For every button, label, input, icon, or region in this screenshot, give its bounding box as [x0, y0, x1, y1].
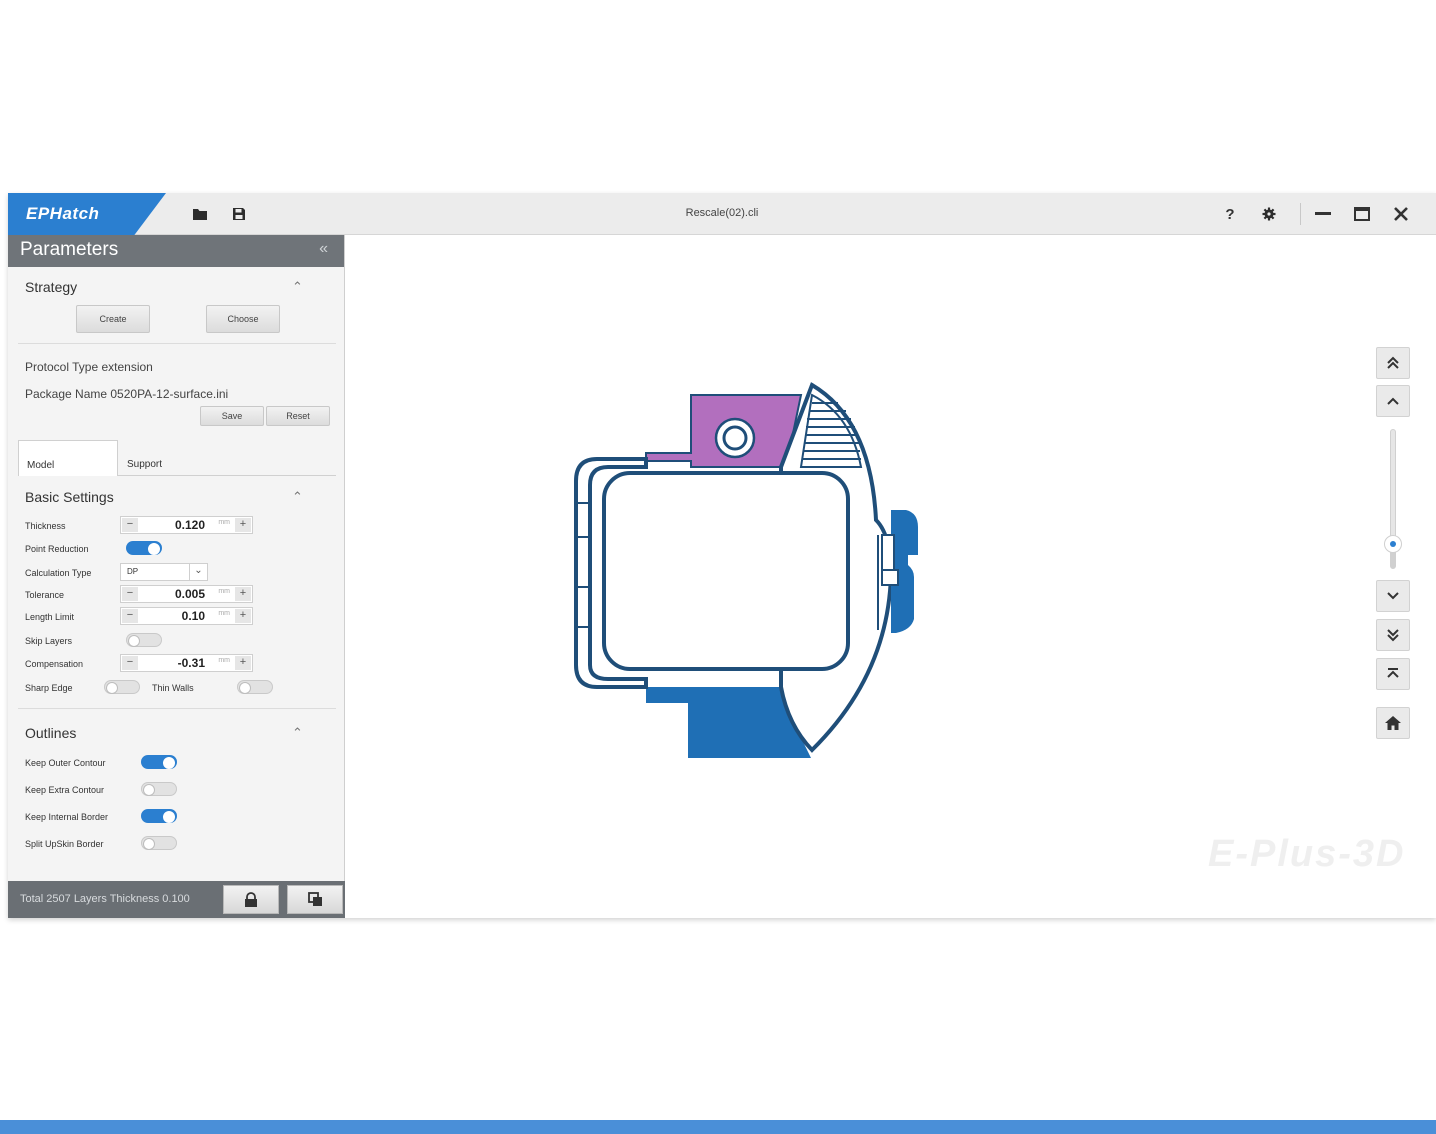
chevron-down-icon: ⌄	[189, 564, 207, 580]
parameters-panel: Parameters « Strategy ⌃ Create Choose Pr…	[8, 235, 345, 918]
increment-button[interactable]: +	[235, 518, 251, 532]
bottom-accent-bar	[0, 1120, 1436, 1134]
unit-label: mm	[218, 519, 230, 526]
status-text: Total 2507 Layers Thickness 0.100	[20, 893, 190, 905]
length-limit-label: Length Limit	[25, 612, 75, 622]
calculation-type-select[interactable]: DP ⌄	[120, 563, 208, 581]
gear-icon[interactable]	[1256, 202, 1282, 226]
jump-to-top-button[interactable]	[1376, 658, 1410, 690]
skip-layers-toggle[interactable]	[126, 633, 162, 647]
thin-walls-toggle[interactable]	[237, 680, 273, 694]
clip-notch	[881, 569, 899, 586]
skip-layers-label: Skip Layers	[25, 636, 73, 646]
tolerance-value: 0.005	[174, 587, 205, 601]
sharp-edge-label: Sharp Edge	[25, 683, 73, 693]
model-viewport[interactable]: E-Plus-3D	[346, 235, 1436, 918]
increment-button[interactable]: +	[235, 609, 251, 623]
length-limit-value: 0.10	[181, 609, 205, 623]
increment-button[interactable]: +	[235, 587, 251, 601]
layer-slider-handle[interactable]	[1384, 534, 1402, 553]
compensation-label: Compensation	[25, 659, 84, 669]
separator	[1300, 203, 1301, 225]
sharp-edge-toggle[interactable]	[104, 680, 140, 694]
unit-label: mm	[218, 610, 230, 617]
collapse-outlines-icon[interactable]: ⌃	[292, 725, 303, 741]
lock-icon[interactable]	[223, 885, 279, 914]
copy-icon[interactable]	[287, 885, 343, 914]
panel-header: Parameters «	[8, 235, 344, 267]
decrement-button[interactable]: −	[122, 518, 138, 532]
decrement-button[interactable]: −	[122, 609, 138, 623]
decrement-button[interactable]: −	[122, 656, 138, 670]
collapse-panel-icon[interactable]: «	[319, 240, 328, 258]
hole-inner	[722, 425, 748, 451]
next-layer-button[interactable]	[1376, 580, 1410, 612]
keep-extra-contour-toggle[interactable]	[141, 782, 177, 796]
decrement-button[interactable]: −	[122, 587, 138, 601]
divider	[18, 708, 336, 709]
calculation-type-label: Calculation Type	[25, 568, 92, 578]
keep-internal-border-label: Keep Internal Border	[25, 812, 109, 822]
compensation-value: -0.31	[177, 656, 205, 670]
thickness-value: 0.120	[174, 518, 205, 532]
tab-model[interactable]: Model	[18, 440, 118, 476]
panel-title: Parameters	[20, 239, 119, 260]
first-layer-button[interactable]	[1376, 347, 1410, 379]
strategy-title: Strategy	[25, 279, 78, 295]
status-bar: Total 2507 Layers Thickness 0.100	[8, 881, 345, 918]
increment-button[interactable]: +	[235, 656, 251, 670]
title-bar: EPHatch Rescale(02).cli ?	[8, 193, 1436, 235]
unit-label: mm	[218, 588, 230, 595]
inner-cavity	[602, 471, 850, 671]
application-window: EPHatch Rescale(02).cli ? Parameters « S…	[8, 193, 1436, 918]
compensation-stepper[interactable]: − -0.31 mm +	[120, 654, 253, 672]
tab-strip: Model Support	[18, 440, 336, 476]
thickness-label: Thickness	[25, 521, 66, 531]
reset-protocol-button[interactable]: Reset	[266, 406, 330, 426]
collapse-basic-icon[interactable]: ⌃	[292, 489, 303, 505]
split-upskin-border-label: Split UpSkin Border	[25, 839, 104, 849]
length-limit-stepper[interactable]: − 0.10 mm +	[120, 607, 253, 625]
last-layer-button[interactable]	[1376, 619, 1410, 651]
keep-outer-contour-label: Keep Outer Contour	[25, 758, 106, 768]
outlines-title: Outlines	[25, 725, 77, 741]
tolerance-stepper[interactable]: − 0.005 mm +	[120, 585, 253, 603]
keep-outer-contour-toggle[interactable]	[141, 755, 177, 769]
collapse-strategy-icon[interactable]: ⌃	[292, 279, 303, 295]
tolerance-label: Tolerance	[25, 590, 65, 600]
thin-walls-label: Thin Walls	[152, 683, 194, 693]
thickness-stepper[interactable]: − 0.120 mm +	[120, 516, 253, 534]
protocol-type: Protocol Type extension	[25, 360, 153, 374]
minimize-button[interactable]	[1310, 202, 1336, 226]
close-button[interactable]	[1388, 202, 1414, 226]
save-protocol-button[interactable]: Save	[200, 406, 264, 426]
point-reduction-toggle[interactable]	[126, 541, 162, 555]
previous-layer-button[interactable]	[1376, 385, 1410, 417]
maximize-button[interactable]	[1349, 202, 1375, 226]
home-icon[interactable]	[1376, 707, 1410, 739]
keep-internal-border-toggle[interactable]	[141, 809, 177, 823]
keep-extra-contour-label: Keep Extra Contour	[25, 785, 105, 795]
divider	[18, 343, 336, 344]
help-button[interactable]: ?	[1217, 202, 1243, 226]
create-button[interactable]: Create	[76, 305, 150, 333]
choose-button[interactable]: Choose	[206, 305, 280, 333]
point-reduction-label: Point Reduction	[25, 544, 89, 554]
layer-slice-drawing	[574, 382, 918, 758]
basic-settings-title: Basic Settings	[25, 489, 114, 505]
split-upskin-border-toggle[interactable]	[141, 836, 177, 850]
package-name: Package Name 0520PA-12-surface.ini	[25, 387, 229, 401]
unit-label: mm	[218, 657, 230, 664]
calculation-type-value: DP	[127, 567, 139, 576]
tab-support[interactable]: Support	[119, 440, 219, 476]
